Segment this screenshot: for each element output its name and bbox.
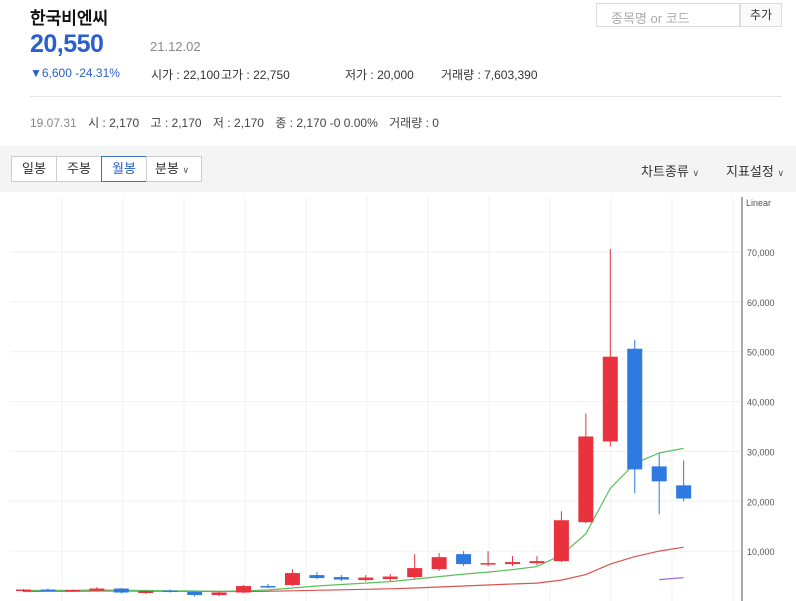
- scale-label: Linear: [746, 198, 771, 208]
- indicator-menu[interactable]: 지표설정 ∨: [726, 161, 784, 180]
- candle-body: [113, 588, 129, 593]
- candle-body: [431, 557, 447, 570]
- y-tick-label: 70,000: [747, 248, 775, 258]
- candle-body: [162, 590, 178, 593]
- candle-body: [456, 554, 472, 565]
- candle-body: [284, 573, 300, 586]
- candle-body: [89, 588, 105, 591]
- add-button[interactable]: 추가: [740, 3, 782, 27]
- candle-body: [16, 589, 31, 592]
- tab-minute-label: 분봉: [155, 161, 179, 176]
- y-tick-label: 10,000: [747, 547, 775, 557]
- y-tick-label: 50,000: [747, 348, 775, 358]
- history-date: 19.07.31: [30, 116, 77, 130]
- candle-body: [529, 561, 545, 564]
- chevron-down-icon: ∨: [182, 165, 190, 175]
- y-tick-label: 60,000: [747, 298, 775, 308]
- candle-body: [211, 592, 227, 596]
- tab-minute[interactable]: 분봉 ∨: [146, 156, 202, 182]
- candle-body: [260, 586, 276, 588]
- history-high: 고 : 2,170: [150, 116, 202, 130]
- candle-body: [64, 590, 80, 592]
- chevron-down-icon: ∨: [692, 168, 700, 178]
- indicator-label: 지표설정: [726, 164, 774, 179]
- candle-body: [627, 348, 643, 470]
- current-price: 20,550: [30, 30, 104, 58]
- candle-body: [578, 436, 594, 523]
- stock-name: 한국비엔씨: [30, 9, 109, 28]
- price-date: 21.12.02: [150, 39, 201, 54]
- chevron-down-icon: ∨: [777, 168, 785, 178]
- candle-body: [651, 466, 667, 482]
- candle-body: [236, 586, 252, 593]
- low-price: 저가 : 20,000: [345, 68, 414, 82]
- y-tick-label: 20,000: [747, 497, 775, 507]
- y-tick-label: 40,000: [747, 398, 775, 408]
- candle-body: [309, 575, 325, 579]
- candle-body: [382, 576, 398, 580]
- candle-body: [602, 356, 618, 442]
- divider: [30, 96, 782, 97]
- candle-body: [333, 577, 349, 580]
- history-open: 시 : 2,170: [88, 116, 140, 130]
- history-info: 19.07.31 시 : 2,170 고 : 2,170 저 : 2,170 종…: [30, 114, 439, 131]
- candle-body: [407, 568, 423, 578]
- price-change: ▼6,600 -24.31%: [30, 66, 120, 80]
- tab-monthly[interactable]: 월봉: [101, 156, 147, 182]
- candle-body: [505, 562, 520, 565]
- volume: 거래량 : 7,603,390: [441, 68, 538, 82]
- tab-daily[interactable]: 일봉: [11, 156, 57, 182]
- history-low: 저 : 2,170: [212, 116, 264, 130]
- open-price: 시가 : 22,100: [151, 68, 220, 82]
- moving-average-line-purple: [659, 577, 684, 581]
- candle-body: [138, 591, 154, 594]
- candle-body: [187, 592, 203, 596]
- history-close: 종 : 2,170 -0 0.00%: [275, 116, 378, 130]
- candle-body: [676, 485, 692, 499]
- tab-weekly[interactable]: 주봉: [56, 156, 102, 182]
- candle-body: [480, 563, 496, 565]
- history-volume: 거래량 : 0: [389, 116, 439, 130]
- candle-body: [553, 520, 569, 562]
- candle-body: [358, 577, 374, 581]
- chart-type-menu[interactable]: 차트종류 ∨: [641, 161, 699, 180]
- candle-body: [40, 589, 56, 592]
- chart-type-label: 차트종류: [641, 164, 689, 179]
- high-price: 고가 : 22,750: [221, 68, 290, 82]
- search-input[interactable]: 종목명 or 코드: [596, 3, 740, 27]
- candlestick-chart[interactable]: 10,000 20,000 30,000 40,000 50,000 60,000 70,0…: [0, 192, 796, 601]
- y-tick-label: 30,000: [747, 447, 775, 457]
